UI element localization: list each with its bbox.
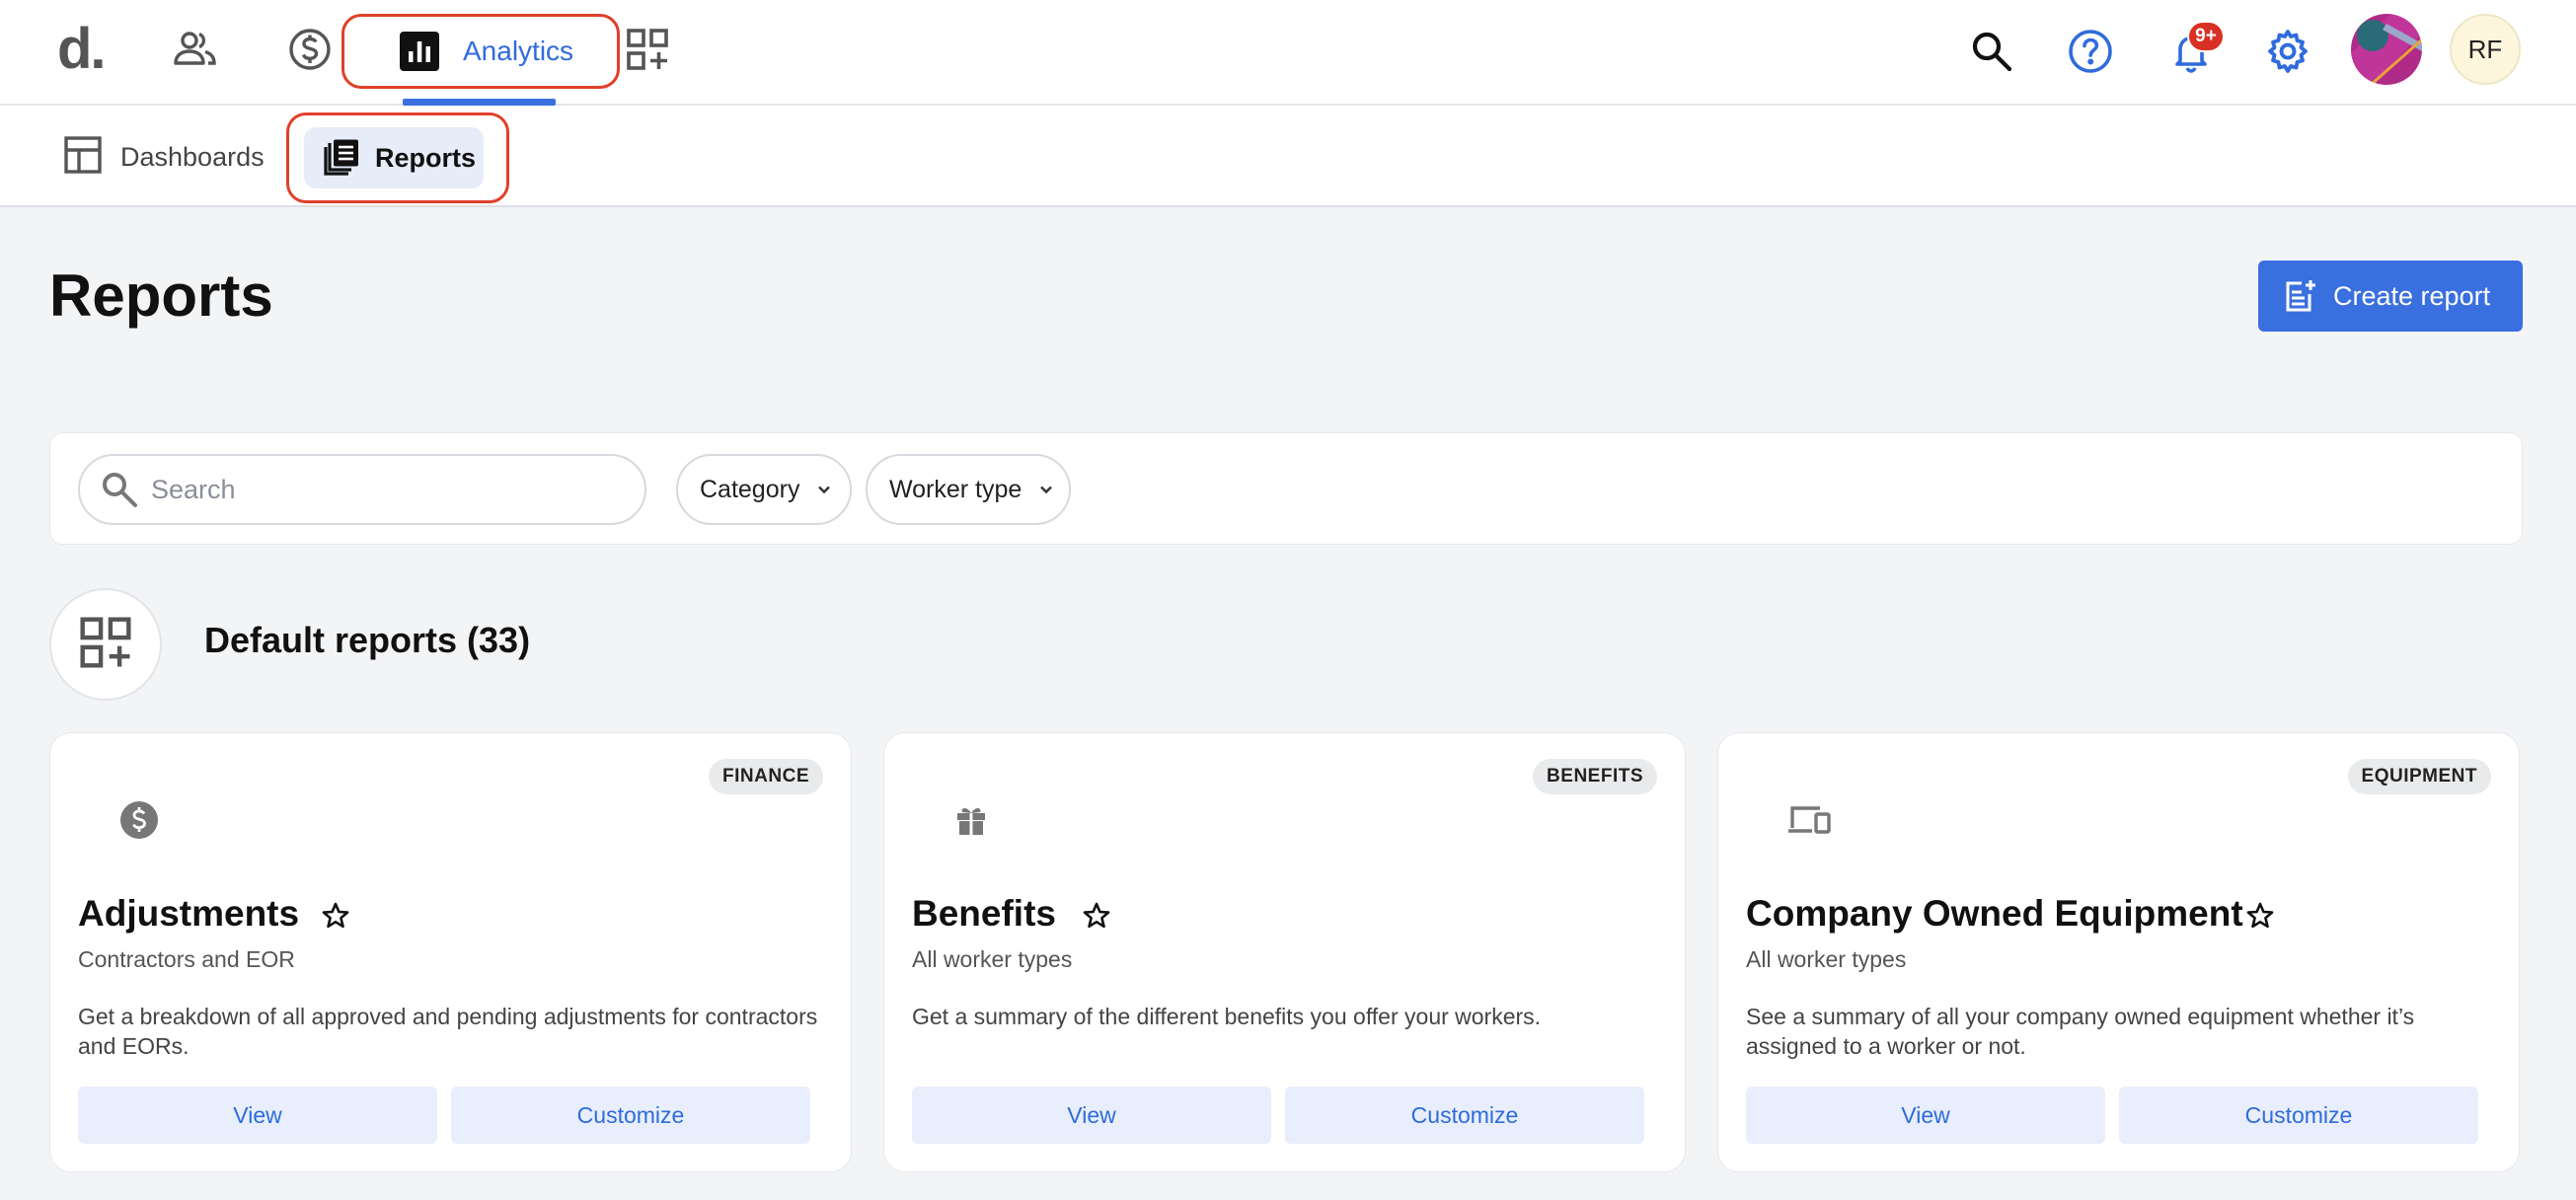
help-icon[interactable] <box>2061 22 2120 81</box>
gift-icon <box>944 792 999 848</box>
people-icon[interactable] <box>168 22 223 77</box>
active-tab-indicator <box>403 99 556 106</box>
card-subtitle: All worker types <box>1746 946 1907 972</box>
filter-bar: Category Worker type <box>49 432 2523 545</box>
card-title: Adjustments <box>78 893 300 934</box>
category-dropdown-label: Category <box>700 475 800 503</box>
tab-dashboards-label: Dashboards <box>120 141 265 172</box>
search-field[interactable] <box>78 454 646 525</box>
devices-icon <box>1781 792 1837 848</box>
default-reports-section-icon <box>49 588 162 701</box>
settings-gear-icon[interactable] <box>2258 22 2317 81</box>
view-button[interactable]: View <box>78 1087 437 1144</box>
card-subtitle: All worker types <box>912 946 1073 972</box>
analytics-subnav: Dashboards Reports <box>0 106 2576 207</box>
report-card-company-owned-equipment: EQUIPMENT Company Owned Equipment All wo… <box>1717 732 2520 1172</box>
dollar-circle-icon[interactable] <box>282 22 338 77</box>
chevron-down-icon <box>813 479 835 500</box>
report-card-benefits: BENEFITS Benefits All worker types Get a… <box>883 732 1686 1172</box>
tab-dashboards[interactable]: Dashboards <box>63 135 265 179</box>
analytics-bar-icon <box>400 32 439 71</box>
favorite-star-icon[interactable] <box>2243 899 2277 933</box>
category-badge: BENEFITS <box>1533 759 1657 794</box>
top-navigation-bar: d. Analytics 9+ RF <box>0 0 2576 106</box>
chevron-down-icon <box>1035 479 1057 500</box>
card-subtitle: Contractors and EOR <box>78 946 295 972</box>
worker-type-dropdown-label: Worker type <box>889 475 1023 503</box>
reports-icon <box>322 138 361 178</box>
customize-button[interactable]: Customize <box>1285 1087 1644 1144</box>
dollar-coin-icon <box>112 792 167 848</box>
notification-count-badge: 9+ <box>2187 21 2225 52</box>
page-title: Reports <box>49 262 273 329</box>
user-avatar[interactable]: RF <box>2450 14 2521 85</box>
create-report-label: Create report <box>2333 280 2491 311</box>
dashboard-layout-icon <box>63 135 103 180</box>
company-avatar[interactable] <box>2351 14 2422 85</box>
tab-reports[interactable]: Reports <box>304 127 484 188</box>
view-button[interactable]: View <box>912 1087 1271 1144</box>
category-badge: EQUIPMENT <box>2347 759 2491 794</box>
tab-analytics[interactable]: Analytics <box>341 14 620 89</box>
add-apps-icon <box>79 616 132 674</box>
card-description: See a summary of all your company owned … <box>1746 1004 2415 1059</box>
tab-reports-label: Reports <box>375 142 477 173</box>
card-title: Benefits <box>912 893 1056 934</box>
favorite-star-icon[interactable] <box>1080 899 1113 933</box>
search-icon <box>100 470 139 509</box>
add-report-icon <box>2282 278 2317 314</box>
search-icon[interactable] <box>1962 22 2021 81</box>
create-report-button[interactable]: Create report <box>2258 261 2523 332</box>
section-title: Default reports (33) <box>204 620 531 660</box>
card-title: Company Owned Equipment <box>1746 893 2243 934</box>
category-dropdown[interactable]: Category <box>676 454 852 525</box>
view-button[interactable]: View <box>1746 1087 2105 1144</box>
search-input[interactable] <box>151 474 625 505</box>
customize-button[interactable]: Customize <box>2119 1087 2478 1144</box>
add-apps-icon[interactable] <box>620 22 675 77</box>
customize-button[interactable]: Customize <box>451 1087 810 1144</box>
card-description: Get a breakdown of all approved and pend… <box>78 1004 818 1059</box>
worker-type-dropdown[interactable]: Worker type <box>866 454 1071 525</box>
card-description: Get a summary of the different benefits … <box>912 1004 1542 1029</box>
report-card-adjustments: FINANCE Adjustments Contractors and EOR … <box>49 732 852 1172</box>
favorite-star-icon[interactable] <box>319 899 352 933</box>
category-badge: FINANCE <box>709 759 823 794</box>
app-logo[interactable]: d. <box>57 20 107 79</box>
tab-analytics-label: Analytics <box>463 36 574 66</box>
